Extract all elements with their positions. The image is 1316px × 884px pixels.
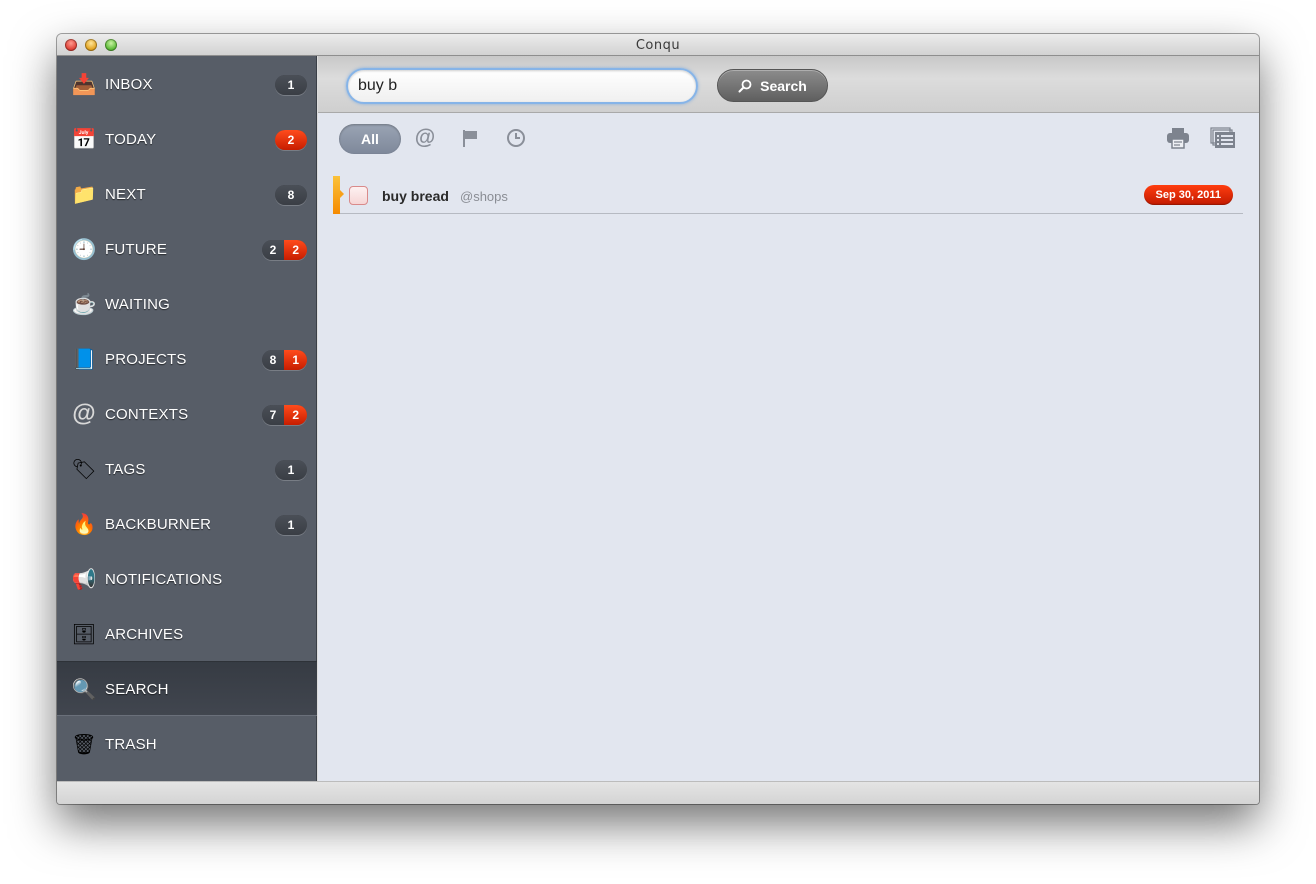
- sidebar-item-trash[interactable]: 🗑 TRASH: [57, 716, 317, 771]
- sidebar-item-next[interactable]: 📁 NEXT 8: [57, 166, 317, 221]
- sidebar-item-label: INBOX: [105, 76, 153, 93]
- count-badge: 8: [275, 185, 307, 205]
- sidebar-item-inbox[interactable]: 📥 INBOX 1: [57, 56, 317, 111]
- inbox-tray-icon: 📥: [71, 73, 97, 96]
- sidebar-item-label: WAITING: [105, 296, 171, 313]
- item-count-badge: 1: [275, 460, 307, 480]
- app-window: Conqu 📥 INBOX 1 📅 TODAY 2 📁 NEXT 8 🕘 FUTURE 2 2 ☕ WAIT…: [57, 34, 1259, 804]
- project-book-icon: 📘: [71, 348, 97, 371]
- overdue-count-badge: 2: [275, 130, 307, 150]
- archive-drawer-icon: 🗄: [71, 623, 97, 646]
- sidebar-item-label: TRASH: [105, 736, 157, 753]
- count-badge: 2: [275, 130, 307, 150]
- count-badge: 1: [275, 75, 307, 95]
- item-count-badge: 1: [275, 515, 307, 535]
- sidebar-item-contexts[interactable]: @ CONTEXTS 7 2: [57, 386, 317, 441]
- title-bar: Conqu: [57, 34, 1259, 56]
- task-row[interactable]: buy bread @shops Sep 30, 2011: [333, 176, 1243, 214]
- search-input[interactable]: [346, 68, 698, 104]
- overdue-count-badge: 2: [284, 240, 307, 260]
- filter-bar: All @: [318, 114, 1259, 164]
- sidebar-item-label: SEARCH: [105, 681, 169, 698]
- count-badge: 1: [275, 515, 307, 535]
- filter-all-button[interactable]: All: [339, 124, 401, 154]
- search-button[interactable]: Search: [717, 69, 828, 102]
- sidebar-item-today[interactable]: 📅 TODAY 2: [57, 111, 317, 166]
- filter-flag-icon[interactable]: [458, 126, 482, 150]
- sidebar-item-label: CONTEXTS: [105, 406, 189, 423]
- sidebar-item-label: FUTURE: [105, 241, 168, 258]
- count-badge: 81: [261, 350, 307, 370]
- sidebar-item-search[interactable]: 🔍 SEARCH: [57, 661, 317, 716]
- task-title: buy bread: [382, 188, 449, 204]
- sidebar: 📥 INBOX 1 📅 TODAY 2 📁 NEXT 8 🕘 FUTURE 2 2 ☕ WAITING 📘 PR…: [57, 56, 317, 781]
- filter-due-clock-icon[interactable]: [504, 126, 528, 150]
- list-view-icon[interactable]: [1210, 126, 1236, 150]
- item-count-badge: 7: [261, 405, 285, 425]
- print-icon[interactable]: [1165, 126, 1191, 150]
- sidebar-item-notifications[interactable]: 📢 NOTIFICATIONS: [57, 551, 317, 606]
- count-badge: 1: [275, 460, 307, 480]
- task-context[interactable]: @shops: [460, 189, 508, 204]
- window-title: Conqu: [635, 38, 681, 53]
- filter-context-at-icon[interactable]: @: [413, 126, 437, 150]
- count-badge: 22: [261, 240, 307, 260]
- task-priority-bar: [333, 176, 340, 214]
- search-icon: [738, 79, 752, 92]
- item-count-badge: 2: [261, 240, 285, 260]
- status-bar: [57, 781, 1259, 804]
- count-badge: 72: [261, 405, 307, 425]
- main-panel: Search All @: [318, 56, 1259, 781]
- item-count-badge: 8: [261, 350, 285, 370]
- sidebar-item-projects[interactable]: 📘 PROJECTS 8 1: [57, 331, 317, 386]
- folder-bookmark-icon: 📁: [71, 183, 97, 206]
- magnifier-icon: 🔍: [71, 678, 97, 701]
- search-toolbar: Search: [318, 56, 1259, 113]
- task-due-date-badge: Sep 30, 2011: [1143, 185, 1233, 205]
- megaphone-icon: 📢: [71, 568, 97, 591]
- search-button-label: Search: [760, 77, 807, 94]
- tags-icon: 🏷: [71, 458, 97, 481]
- calendar-17-icon: 📅: [71, 128, 97, 151]
- task-checkbox[interactable]: [349, 186, 368, 205]
- sidebar-item-archives[interactable]: 🗄 ARCHIVES: [57, 606, 317, 661]
- sidebar-item-future[interactable]: 🕘 FUTURE 2 2: [57, 221, 317, 276]
- item-count-badge: 1: [275, 75, 307, 95]
- overdue-count-badge: 1: [284, 350, 307, 370]
- sidebar-item-label: TODAY: [105, 131, 157, 148]
- sidebar-item-label: ARCHIVES: [105, 626, 184, 643]
- clock-icon: 🕘: [71, 238, 97, 261]
- sidebar-item-tags[interactable]: 🏷 TAGS 1: [57, 441, 317, 496]
- sidebar-item-label: BACKBURNER: [105, 516, 212, 533]
- at-sign-icon: @: [72, 400, 96, 427]
- trash-can-icon: 🗑: [71, 733, 97, 756]
- sidebar-item-label: NOTIFICATIONS: [105, 571, 223, 588]
- task-priority-arrow-icon: [340, 190, 344, 198]
- overdue-count-badge: 2: [284, 405, 307, 425]
- sidebar-item-label: TAGS: [105, 461, 146, 478]
- sidebar-item-waiting[interactable]: ☕ WAITING: [57, 276, 317, 331]
- item-count-badge: 8: [275, 185, 307, 205]
- flame-icon: 🔥: [71, 513, 97, 536]
- sidebar-item-label: PROJECTS: [105, 351, 187, 368]
- sidebar-item-backburner[interactable]: 🔥 BACKBURNER 1: [57, 496, 317, 551]
- sidebar-item-label: NEXT: [105, 186, 146, 203]
- coffee-mug-icon: ☕: [71, 293, 97, 316]
